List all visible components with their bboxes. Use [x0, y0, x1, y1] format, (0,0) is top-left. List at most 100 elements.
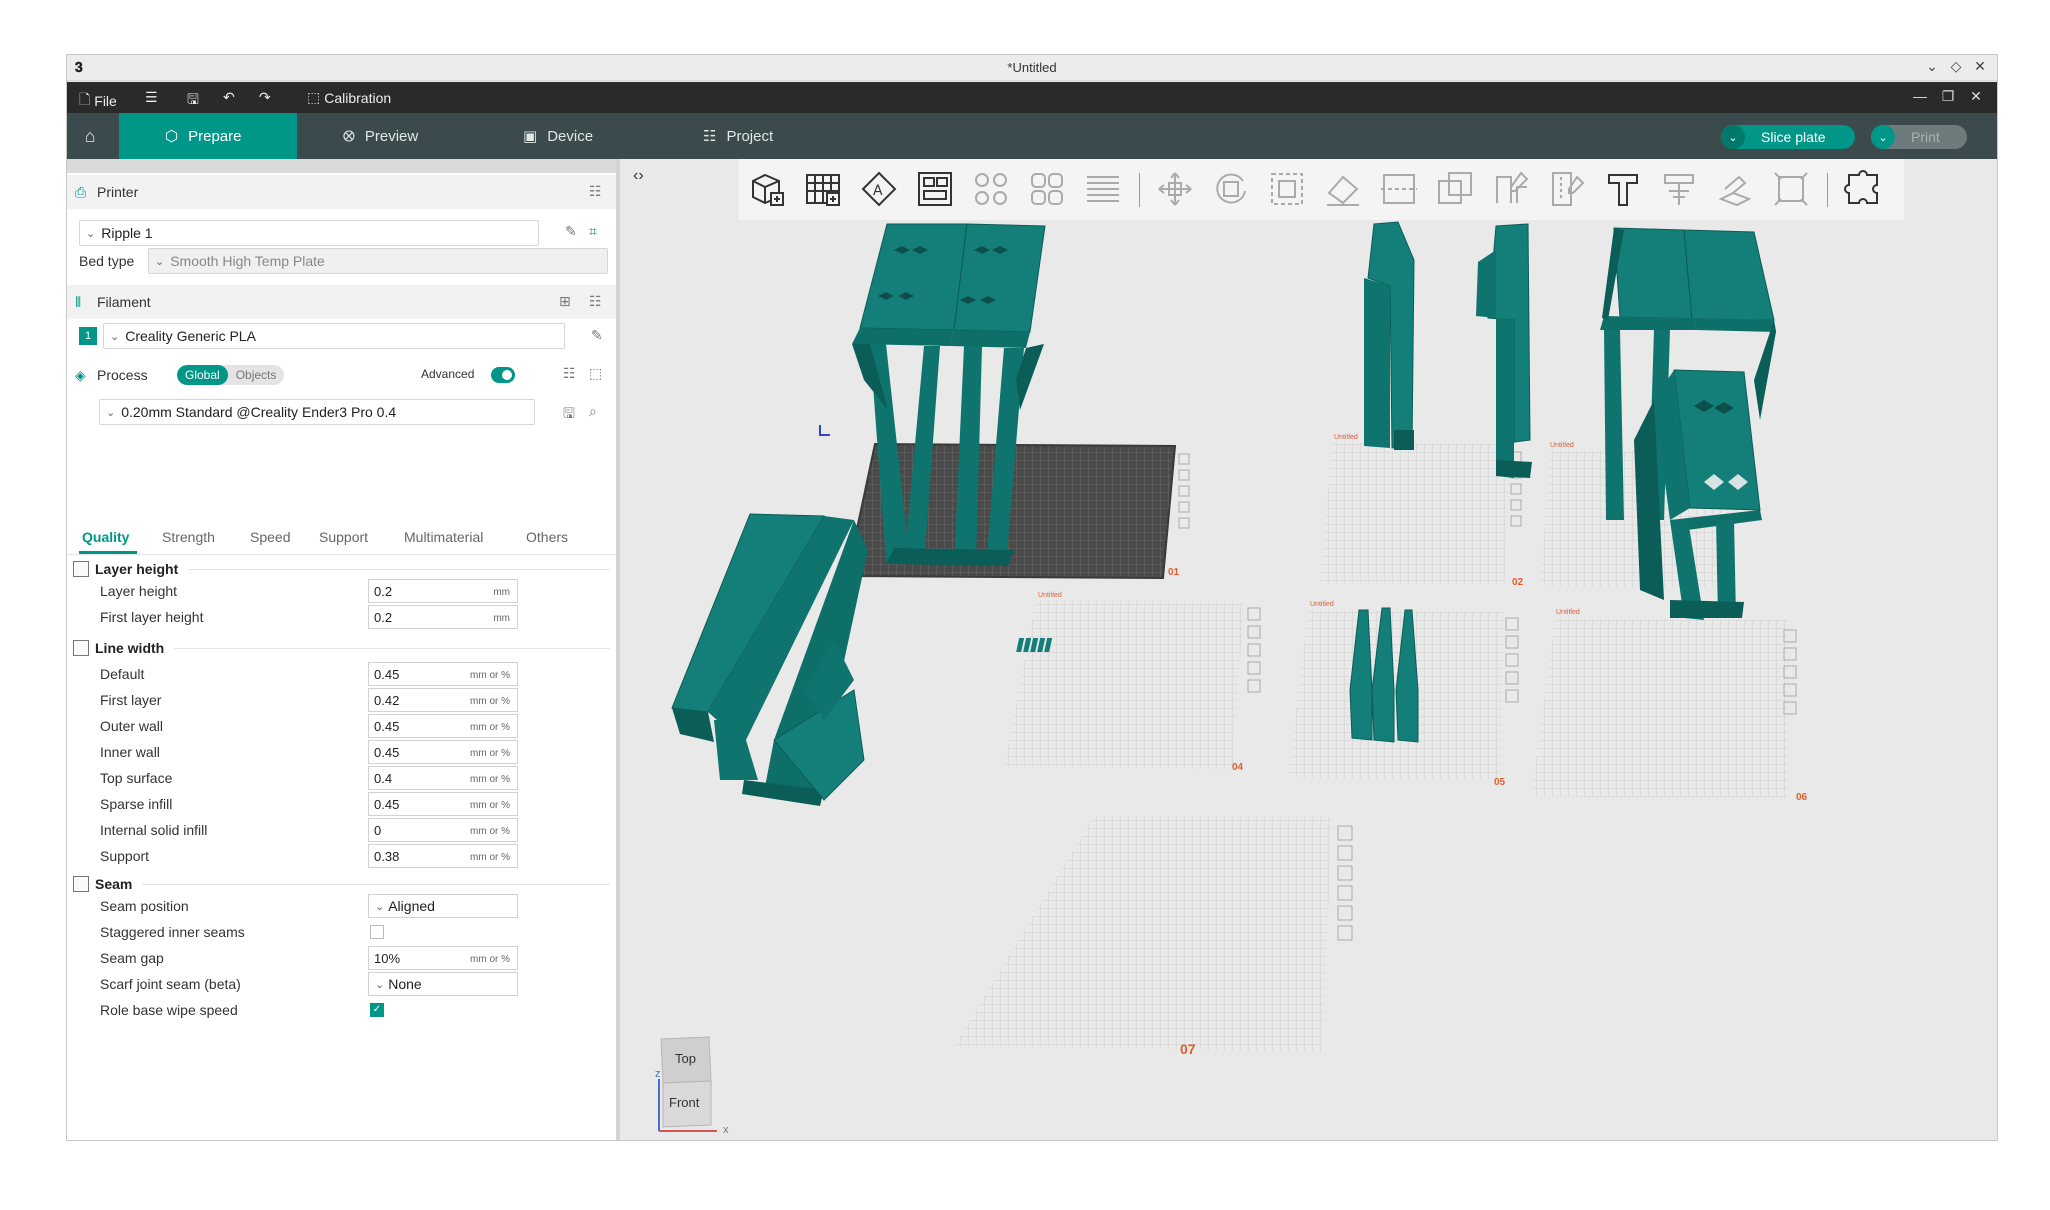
staggered-seams-checkbox[interactable]: [370, 925, 384, 939]
sidebar-scroll-top[interactable]: [67, 159, 616, 173]
menu-list-icon[interactable]: ☰: [145, 89, 158, 106]
process-preset-select[interactable]: ⌄ 0.20mm Standard @Creality Ender3 Pro 0…: [99, 399, 535, 425]
line-width-inner-wall-field[interactable]: 0.45 mm or %: [368, 740, 518, 764]
line-width-first-layer-field[interactable]: 0.42 mm or %: [368, 688, 518, 712]
tab-device[interactable]: ▣ Device: [477, 113, 657, 159]
text-tool-icon[interactable]: [1603, 169, 1643, 209]
float-window-icon[interactable]: ◇: [1947, 58, 1965, 75]
layers-editing-icon[interactable]: [1083, 169, 1123, 209]
seam-gap-field[interactable]: 10% mm or %: [368, 946, 518, 970]
advanced-toggle[interactable]: [491, 367, 515, 383]
line-width-default-field[interactable]: 0.45 mm or %: [368, 662, 518, 686]
print-dropdown-icon[interactable]: ⌄: [1871, 125, 1895, 149]
print-button[interactable]: ⌄ Print: [1871, 125, 1967, 149]
filament-select[interactable]: ⌄ Creality Generic PLA: [103, 323, 565, 349]
plate-6[interactable]: Untitled 06: [1531, 609, 1808, 803]
line-width-outer-wall-field[interactable]: 0.45 mm or %: [368, 714, 518, 738]
plate-7[interactable]: 07: [954, 815, 1332, 1057]
restore-icon[interactable]: ❐: [1939, 88, 1957, 105]
first-layer-height-field[interactable]: 0.2 mm: [368, 605, 518, 629]
seam-paint-icon[interactable]: [1547, 169, 1587, 209]
mode-global[interactable]: Global: [177, 365, 228, 385]
plugin-puzzle-icon[interactable]: [1843, 169, 1883, 209]
tab-multimaterial[interactable]: Multimaterial: [404, 529, 483, 545]
process-list-icon[interactable]: ☷: [563, 365, 576, 382]
undo-icon[interactable]: ↶: [223, 89, 235, 106]
printer-select[interactable]: ⌄ Ripple 1: [79, 220, 539, 246]
scarf-seam-select[interactable]: ⌄ None: [368, 972, 518, 996]
redo-icon[interactable]: ↷: [259, 89, 271, 106]
line-width-sparse-infill-field[interactable]: 0.45 mm or %: [368, 792, 518, 816]
bed-type-select[interactable]: ⌄ Smooth High Temp Plate: [148, 248, 608, 274]
model-bars-plate-4[interactable]: [1016, 638, 1053, 652]
cut-icon[interactable]: [1379, 169, 1419, 209]
line-width-internal-solid-infill-field[interactable]: 0 mm or %: [368, 818, 518, 842]
assemble-icon[interactable]: [1715, 169, 1755, 209]
close-window-icon[interactable]: ✕: [1971, 58, 1989, 75]
boolean-icon[interactable]: [1435, 169, 1475, 209]
seam-position-select[interactable]: ⌄ Aligned: [368, 894, 518, 918]
slice-dropdown-icon[interactable]: ⌄: [1721, 125, 1745, 149]
auto-orient-icon[interactable]: A: [859, 169, 899, 209]
add-object-icon[interactable]: [747, 169, 787, 209]
main-tab-bar: ⌂ ⬡ Prepare ⭙ Preview ▣ Device ☷ Project…: [67, 113, 1997, 159]
add-filament-icon[interactable]: ⊞: [559, 293, 571, 310]
calibration-menu[interactable]: ⬚ Calibration: [307, 89, 391, 106]
search-icon[interactable]: ⌕: [589, 403, 597, 420]
model-stand-plate-7[interactable]: [671, 513, 868, 806]
plate-4[interactable]: Untitled 04: [1004, 592, 1244, 773]
cube-face-front[interactable]: Front: [669, 1095, 700, 1110]
tab-others[interactable]: Others: [526, 529, 568, 545]
model-stand-plate-6[interactable]: [1634, 369, 1762, 620]
layer-height-field[interactable]: 0.2 mm: [368, 579, 518, 603]
3d-viewport[interactable]: 01 Untitled 02 Untitled 03 Untitled 04 U…: [624, 220, 1998, 1141]
edit-printer-icon[interactable]: ✎: [565, 223, 577, 240]
support-paint-icon[interactable]: [1491, 169, 1531, 209]
slice-plate-button[interactable]: ⌄ Slice plate: [1721, 125, 1855, 149]
tab-project[interactable]: ☷ Project: [657, 113, 837, 159]
home-tab[interactable]: ⌂: [67, 113, 113, 159]
tab-speed[interactable]: Speed: [250, 529, 290, 545]
wifi-icon[interactable]: ⌗: [589, 223, 597, 240]
line-width-top-surface-field[interactable]: 0.4 mm or %: [368, 766, 518, 790]
tab-support[interactable]: Support: [319, 529, 368, 545]
model-wedges-plate-5[interactable]: [1349, 607, 1419, 743]
tab-quality[interactable]: Quality: [82, 529, 129, 545]
field-value: 10%: [374, 951, 401, 966]
filament-settings-icon[interactable]: ☷: [589, 293, 602, 310]
line-width-support-field[interactable]: 0.38 mm or %: [368, 844, 518, 868]
lay-on-face-icon[interactable]: [1323, 169, 1363, 209]
close-icon[interactable]: ✕: [1967, 88, 1985, 105]
process-compare-icon[interactable]: ⬚: [589, 365, 602, 382]
filament-section-header[interactable]: ⦀ Filament ⊞ ☷: [67, 285, 616, 319]
scale-icon[interactable]: [1267, 169, 1307, 209]
file-menu[interactable]: 🗋 File: [79, 89, 117, 113]
tab-prepare[interactable]: ⬡ Prepare: [119, 113, 297, 159]
move-icon[interactable]: [1155, 169, 1195, 209]
model-clips-plate-2[interactable]: [1364, 221, 1532, 478]
chevron-down-icon[interactable]: ⌄: [1923, 58, 1941, 75]
fit-view-icon[interactable]: [1771, 169, 1811, 209]
measure-icon[interactable]: [1659, 169, 1699, 209]
printer-section-header[interactable]: ⎙ Printer ☷: [67, 175, 616, 209]
split-objects-icon[interactable]: [971, 169, 1011, 209]
field-value: 0.2: [374, 584, 393, 599]
tab-preview[interactable]: ⭙ Preview: [297, 113, 477, 159]
edit-filament-icon[interactable]: ✎: [591, 327, 603, 344]
arrange-icon[interactable]: [915, 169, 955, 209]
collapse-sidebar-icon[interactable]: ‹›: [633, 167, 644, 185]
cube-face-top[interactable]: Top: [675, 1051, 696, 1066]
tab-strength[interactable]: Strength: [162, 529, 215, 545]
save-icon[interactable]: 🖫: [187, 89, 199, 113]
save-preset-icon[interactable]: 🖫: [563, 403, 575, 427]
plate-2[interactable]: Untitled 02: [1320, 434, 1524, 588]
split-parts-icon[interactable]: [1027, 169, 1067, 209]
add-plate-icon[interactable]: [803, 169, 843, 209]
rotate-icon[interactable]: [1211, 169, 1251, 209]
mode-objects[interactable]: Objects: [228, 365, 285, 385]
role-wipe-checkbox[interactable]: ✓: [370, 1003, 384, 1017]
process-mode-switch[interactable]: Global Objects: [177, 365, 285, 385]
minimize-icon[interactable]: —: [1911, 88, 1929, 104]
printer-settings-icon[interactable]: ☷: [589, 183, 602, 200]
navigation-cube[interactable]: Top Front x z: [649, 1033, 739, 1133]
